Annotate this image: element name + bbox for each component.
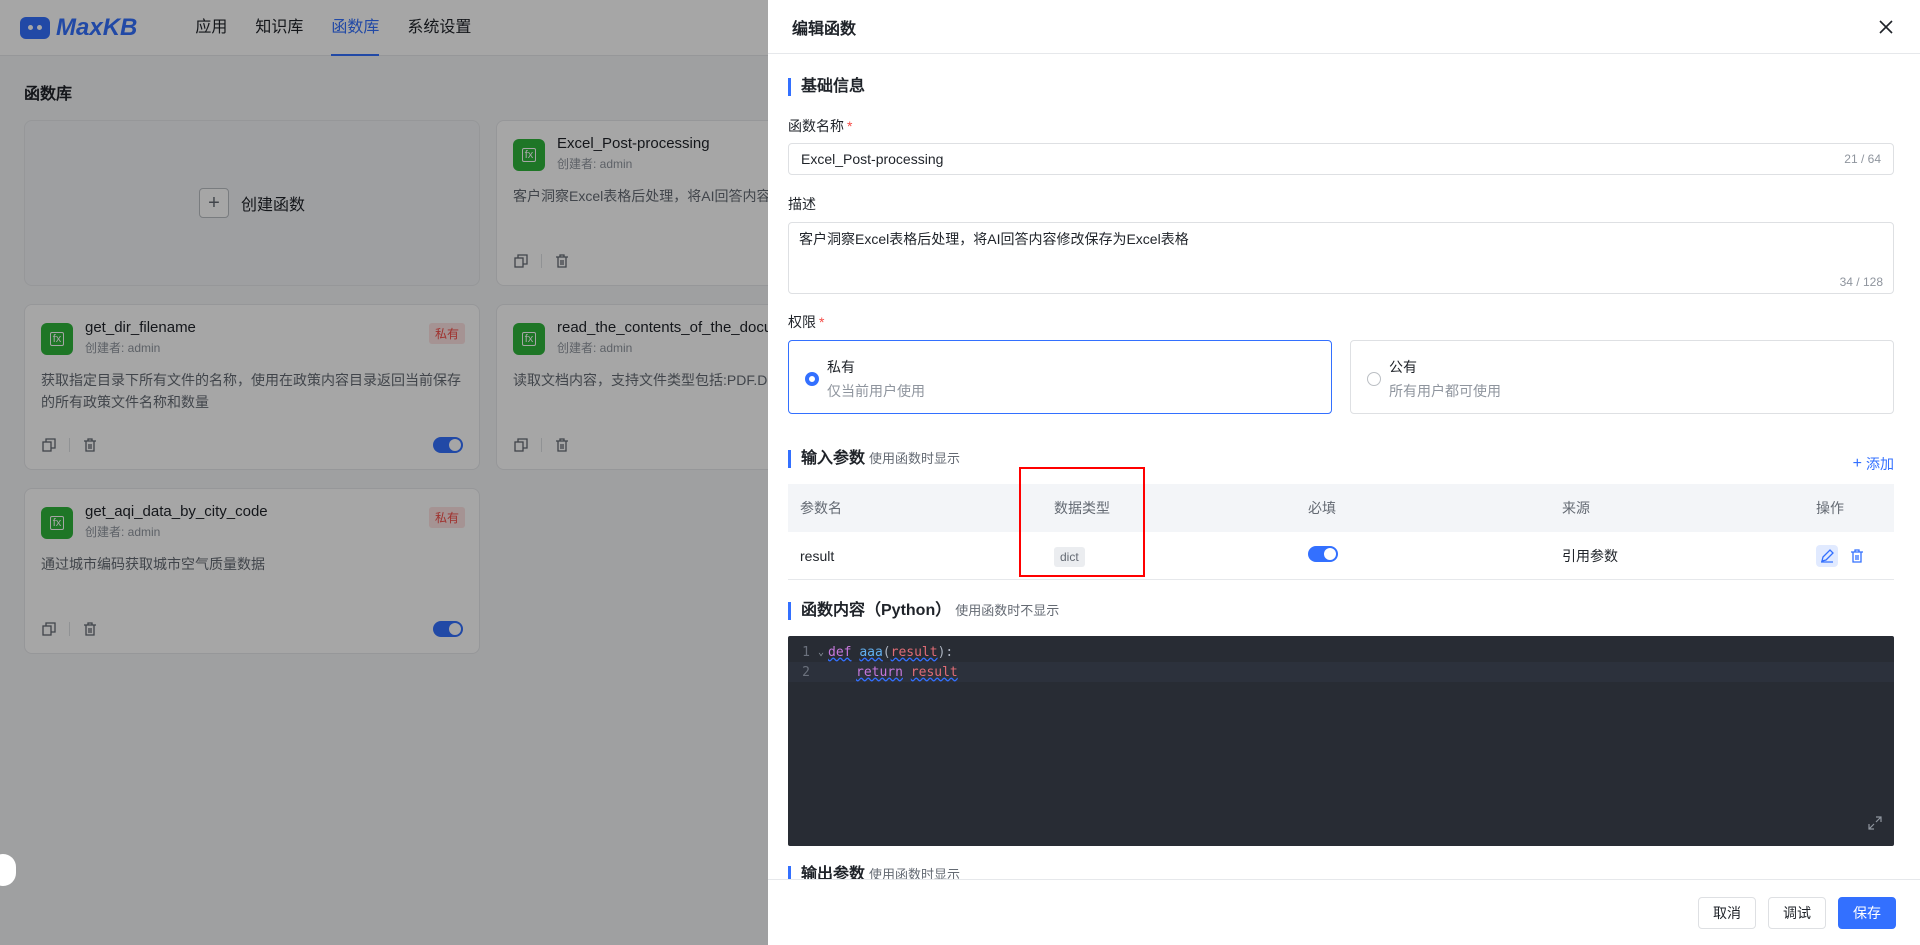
description-label: 描述	[788, 196, 816, 212]
edit-function-drawer: 编辑函数 基础信息 函数名称 * Excel_Post-processing 21…	[768, 0, 1920, 945]
output-params-section-title: 输出参数 使用函数时显示	[788, 866, 960, 879]
function-name-label: 函数名称 *	[788, 118, 853, 134]
close-icon[interactable]	[1876, 17, 1896, 37]
function-name-value: Excel_Post-processing	[801, 151, 944, 167]
basic-info-section-title: 基础信息	[788, 78, 865, 96]
description-textarea[interactable]: 客户洞察Excel表格后处理，将AI回答内容修改保存为Excel表格 34 / …	[788, 222, 1894, 294]
drawer-footer: 取消 调试 保存	[768, 879, 1920, 945]
header-param-name: 参数名	[800, 500, 842, 516]
table-row: result dict 引用参数	[788, 532, 1894, 580]
fold-chevron-icon[interactable]: ⌄	[814, 647, 828, 658]
plus-icon: +	[1852, 455, 1862, 472]
code-line: 2 return result	[788, 662, 1894, 682]
permission-public-desc: 所有用户都可使用	[1389, 383, 1501, 399]
required-cell	[1296, 546, 1550, 565]
input-params-table: 参数名 数据类型 必填 来源 操作 result dict 引用参数	[788, 467, 1894, 580]
function-name-input[interactable]: Excel_Post-processing 21 / 64	[788, 143, 1894, 175]
header-source: 来源	[1562, 500, 1590, 516]
radio-unchecked-icon	[1367, 372, 1381, 386]
code-section-title: 函数内容（Python） 使用函数时不显示	[788, 602, 1059, 620]
actions-cell	[1804, 544, 1894, 567]
header-actions: 操作	[1816, 500, 1844, 516]
fullscreen-icon[interactable]	[1868, 816, 1882, 834]
input-params-section-title: 输入参数 使用函数时显示	[788, 450, 960, 468]
param-name-cell: result	[800, 547, 835, 564]
permission-private-option[interactable]: 私有 仅当前用户使用	[788, 340, 1332, 414]
permission-public-label: 公有	[1389, 359, 1417, 375]
required-toggle[interactable]	[1308, 546, 1338, 562]
permission-private-desc: 仅当前用户使用	[827, 383, 925, 399]
edit-icon[interactable]	[1816, 544, 1838, 567]
code-line: 1 ⌄ def aaa(result):	[802, 644, 954, 660]
delete-icon[interactable]	[1846, 545, 1868, 567]
description-value: 客户洞察Excel表格后处理，将AI回答内容修改保存为Excel表格	[799, 231, 1189, 247]
radio-checked-icon	[805, 372, 819, 386]
cancel-button[interactable]: 取消	[1698, 896, 1756, 929]
debug-button[interactable]: 调试	[1768, 896, 1826, 929]
header-required: 必填	[1308, 500, 1336, 516]
permission-private-label: 私有	[827, 359, 855, 375]
permission-public-option[interactable]: 公有 所有用户都可使用	[1350, 340, 1894, 414]
add-param-button[interactable]: + 添加	[1853, 454, 1894, 474]
drawer-title: 编辑函数	[792, 20, 857, 38]
source-cell: 引用参数	[1562, 547, 1618, 564]
highlight-box	[1019, 467, 1145, 577]
table-header: 参数名 数据类型 必填 来源 操作	[788, 484, 1894, 532]
description-counter: 34 / 128	[1839, 275, 1883, 289]
code-editor[interactable]: 1 ⌄ def aaa(result): 2 return result	[788, 636, 1894, 846]
permission-label: 权限 *	[788, 314, 825, 330]
function-name-counter: 21 / 64	[1844, 152, 1881, 166]
save-button[interactable]: 保存	[1838, 896, 1896, 929]
